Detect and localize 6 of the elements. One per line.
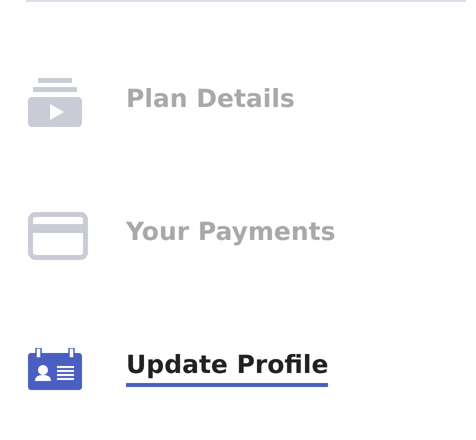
menu-item[interactable]: Your Payments <box>126 217 336 254</box>
video-stack-icon <box>28 78 82 127</box>
id-badge-icon <box>28 348 82 390</box>
card-icon <box>28 212 88 260</box>
menu-item[interactable]: Plan Details <box>126 84 295 121</box>
menu-item[interactable]: Update Profile <box>126 350 328 387</box>
